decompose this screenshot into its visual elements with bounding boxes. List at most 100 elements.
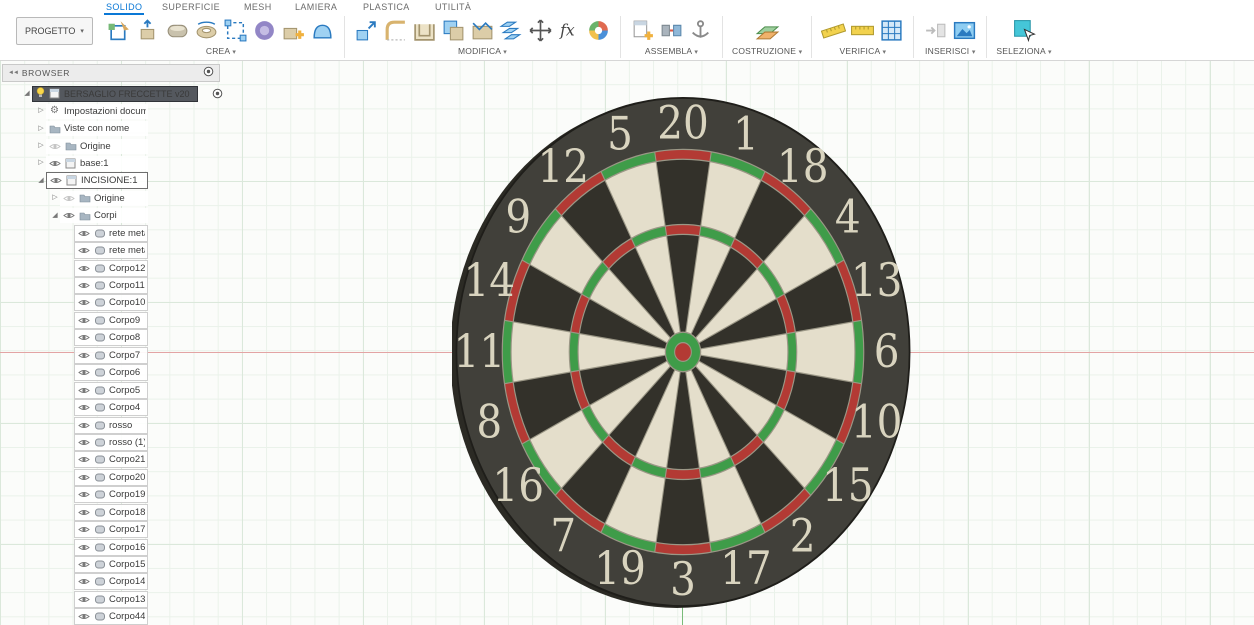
joint-icon[interactable] [659, 18, 684, 43]
tree-row[interactable]: Corpo11 [2, 277, 148, 294]
tab-utilità[interactable]: UTILITÀ [433, 1, 473, 13]
visibility-eye-icon[interactable] [77, 490, 90, 499]
visibility-eye-icon[interactable] [77, 543, 90, 552]
visibility-eye-icon[interactable] [77, 473, 90, 482]
box-primitive-icon[interactable] [165, 18, 190, 43]
tab-superficie[interactable]: SUPERFICIE [160, 1, 222, 13]
tree-root-row[interactable]: ◢BERSAGLIO FRECCETTE v20 [2, 85, 220, 102]
visibility-eye-icon[interactable] [77, 281, 90, 290]
tree-row[interactable]: Corpo7 [2, 347, 148, 364]
measure-icon[interactable] [821, 18, 846, 43]
tree-row[interactable]: Corpo8 [2, 329, 148, 346]
tree-row[interactable]: Corpo14 [2, 573, 148, 590]
collapse-panel-icon[interactable]: ◄◄ [8, 70, 18, 76]
revolve-icon[interactable] [194, 18, 219, 43]
select-icon[interactable] [1012, 18, 1037, 43]
dartboard-model[interactable]: 2011841361015217319716811149125 [452, 93, 914, 611]
tree-row[interactable]: Corpo10 [2, 294, 148, 311]
toolbar-group-label[interactable]: MODIFICA ▾ [458, 46, 507, 56]
tree-row[interactable]: Corpo4 [2, 399, 148, 416]
tree-row[interactable]: Corpo15 [2, 556, 148, 573]
tree-row[interactable]: Corpo16 [2, 538, 148, 555]
insert-derive-icon[interactable] [923, 18, 948, 43]
tree-row[interactable]: rosso [2, 416, 148, 433]
tree-row[interactable]: rete metallica 2 [2, 242, 148, 259]
visibility-eye-icon[interactable] [77, 403, 90, 412]
toolbar-group-label[interactable]: CREA ▾ [206, 46, 236, 56]
construction-plane-icon[interactable] [755, 18, 780, 43]
combine-icon[interactable] [441, 18, 466, 43]
toolbar-group-label[interactable]: COSTRUZIONE ▾ [732, 46, 802, 56]
root-document-bar[interactable]: BERSAGLIO FRECCETTE v20 [32, 86, 198, 102]
pattern-icon[interactable] [223, 18, 248, 43]
collapsed-arrow-icon[interactable]: ▷ [36, 124, 46, 134]
visibility-eye-icon[interactable] [49, 176, 62, 185]
visibility-eye-icon[interactable] [77, 298, 90, 307]
tree-row[interactable]: ▷Origine [2, 137, 148, 154]
visibility-eye-icon[interactable] [77, 560, 90, 569]
visibility-eye-icon[interactable] [77, 246, 90, 255]
tree-row[interactable]: rete metallica 1 [2, 225, 148, 242]
expanded-arrow-icon[interactable]: ◢ [22, 89, 32, 99]
visibility-eye-icon[interactable] [77, 316, 90, 325]
visibility-eye-icon[interactable] [77, 438, 90, 447]
tree-row[interactable]: rosso (1) [2, 434, 148, 451]
visibility-eye-icon[interactable] [48, 159, 61, 168]
target-icon[interactable] [212, 88, 223, 99]
tree-row[interactable]: Corpo19 [2, 486, 148, 503]
visibility-eye-icon[interactable] [77, 368, 90, 377]
toolbar-group-label[interactable]: INSERISCI ▾ [925, 46, 976, 56]
visibility-eye-icon[interactable] [77, 386, 90, 395]
canvas-icon[interactable] [952, 18, 977, 43]
visibility-eye-icon[interactable] [77, 508, 90, 517]
visibility-eye-icon[interactable] [77, 612, 90, 621]
create-sketch-icon[interactable] [107, 18, 132, 43]
collapsed-arrow-icon[interactable]: ▷ [50, 193, 60, 203]
tree-row[interactable]: Corpo21 [2, 451, 148, 468]
form-icon[interactable] [252, 18, 277, 43]
visibility-eye-icon[interactable] [62, 211, 75, 220]
visibility-eye-icon[interactable] [77, 264, 90, 273]
move-copy-icon[interactable] [528, 18, 553, 43]
toolbar-group-label[interactable]: VERIFICA ▾ [840, 46, 887, 56]
section-analysis-icon[interactable] [879, 18, 904, 43]
tree-row[interactable]: Corpo20 [2, 469, 148, 486]
tab-plastica[interactable]: PLASTICA [361, 1, 412, 13]
visibility-eye-icon[interactable] [77, 421, 90, 430]
tree-row[interactable]: Corpo6 [2, 364, 148, 381]
toolbar-group-label[interactable]: SELEZIONA ▾ [996, 46, 1051, 56]
visibility-eye-icon[interactable] [77, 229, 90, 238]
appearance-icon[interactable] [586, 18, 611, 43]
visibility-eye-icon[interactable] [48, 142, 61, 151]
tab-solido[interactable]: SOLIDO [104, 1, 144, 15]
tree-row[interactable]: ▷Origine [2, 190, 148, 207]
collapsed-arrow-icon[interactable]: ▷ [36, 141, 46, 151]
rigid-group-icon[interactable] [688, 18, 713, 43]
inspect-ruler-icon[interactable] [850, 18, 875, 43]
align-icon[interactable] [499, 18, 524, 43]
tree-row[interactable]: ▷base:1 [2, 155, 148, 172]
press-pull-icon[interactable] [354, 18, 379, 43]
visibility-eye-icon[interactable] [77, 333, 90, 342]
project-button[interactable]: PROGETTO ▾ [16, 17, 93, 45]
new-component-icon[interactable] [630, 18, 655, 43]
tree-row[interactable]: Corpo5 [2, 381, 148, 398]
visibility-eye-icon[interactable] [77, 525, 90, 534]
tree-row[interactable]: ◢INCISIONE:1 [2, 172, 148, 189]
change-parameters-icon[interactable]: fx [557, 18, 582, 43]
visibility-eye-icon[interactable] [77, 455, 90, 464]
split-body-icon[interactable] [470, 18, 495, 43]
visibility-eye-icon[interactable] [77, 595, 90, 604]
tree-row[interactable]: ▷Viste con nome [2, 120, 148, 137]
browser-options-icon[interactable] [203, 66, 214, 80]
tree-row[interactable]: Corpo9 [2, 312, 148, 329]
tree-row[interactable]: Corpo44 [2, 608, 148, 625]
expanded-arrow-icon[interactable]: ◢ [50, 211, 60, 221]
tree-row[interactable]: ◢Corpi [2, 207, 148, 224]
visibility-eye-icon[interactable] [62, 194, 75, 203]
new-body-icon[interactable] [281, 18, 306, 43]
tree-row[interactable]: Corpo17 [2, 521, 148, 538]
fillet-icon[interactable] [383, 18, 408, 43]
expanded-arrow-icon[interactable]: ◢ [36, 176, 46, 186]
collapsed-arrow-icon[interactable]: ▷ [36, 158, 46, 168]
